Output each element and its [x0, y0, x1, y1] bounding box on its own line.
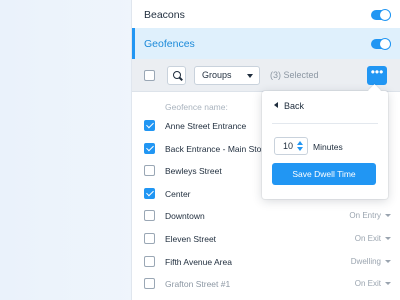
row-checkbox[interactable]: [144, 210, 155, 222]
minutes-stepper[interactable]: 10: [274, 137, 308, 155]
geofence-name: Fifth Avenue Area: [165, 256, 232, 267]
row-checkbox[interactable]: [144, 142, 155, 154]
geofence-name: Grafton Street #1: [165, 279, 231, 290]
trigger-dropdown[interactable]: Dwelling: [351, 257, 381, 266]
list-item[interactable]: Fifth Avenue Area Dwelling: [132, 251, 400, 273]
list-item[interactable]: Eleven Street On Exit: [132, 228, 400, 250]
chevron-down-icon: [385, 282, 391, 286]
stepper-arrows-icon[interactable]: [297, 141, 303, 151]
back-label: Back: [284, 101, 305, 111]
dwell-time-popover: Back 10 Minutes Save Dwell Time: [262, 91, 388, 199]
row-checkbox[interactable]: [144, 187, 155, 199]
trigger-dropdown[interactable]: On Exit: [355, 234, 381, 243]
chevron-down-icon: [247, 74, 253, 78]
trigger-dropdown[interactable]: On Exit: [355, 279, 381, 288]
list-toolbar: Groups (3) Selected •••: [132, 59, 400, 92]
row-checkbox[interactable]: [144, 278, 155, 290]
chevron-down-icon: [385, 259, 391, 263]
list-item[interactable]: Downtown On Entry: [132, 205, 400, 227]
row-checkbox[interactable]: [144, 165, 155, 177]
geofences-row[interactable]: Geofences: [132, 28, 400, 59]
chevron-down-icon: [385, 214, 391, 218]
row-checkbox[interactable]: [144, 255, 155, 267]
more-options-button[interactable]: •••: [367, 66, 387, 85]
beacons-toggle[interactable]: [371, 8, 391, 21]
list-item[interactable]: Grafton Street #1 On Exit: [132, 273, 400, 295]
select-all-checkbox[interactable]: [144, 70, 155, 81]
chevron-left-icon: [274, 102, 278, 108]
more-icon: •••: [370, 65, 384, 79]
save-dwell-time-button[interactable]: Save Dwell Time: [272, 163, 376, 185]
row-checkbox[interactable]: [144, 233, 155, 244]
geofence-name: Center: [165, 188, 191, 199]
minutes-unit-label: Minutes: [313, 142, 343, 152]
search-icon[interactable]: [167, 66, 186, 85]
row-checkbox[interactable]: [144, 120, 155, 131]
groups-dropdown[interactable]: Groups: [194, 66, 260, 85]
chevron-down-icon: [385, 237, 391, 240]
back-button[interactable]: Back: [274, 101, 304, 111]
geofence-name: Downtown: [165, 211, 205, 222]
beacons-row[interactable]: Beacons: [132, 0, 400, 30]
beacons-label: Beacons: [144, 8, 185, 21]
geofence-name-header: Geofence name:: [165, 102, 228, 112]
minutes-value: 10: [283, 141, 294, 151]
geofences-toggle[interactable]: [371, 37, 391, 50]
geofence-name: Eleven Street: [165, 234, 217, 244]
groups-dropdown-label: Groups: [202, 70, 232, 80]
selected-count: (3) Selected: [270, 70, 319, 80]
divider: [272, 123, 378, 124]
trigger-dropdown[interactable]: On Entry: [349, 211, 381, 220]
geofence-name: Back Entrance - Main Store: [165, 143, 269, 154]
geofences-label: Geofences: [144, 37, 195, 50]
geofence-name: Bewleys Street: [165, 166, 222, 177]
geofence-name: Anne Street Entrance: [165, 121, 247, 131]
